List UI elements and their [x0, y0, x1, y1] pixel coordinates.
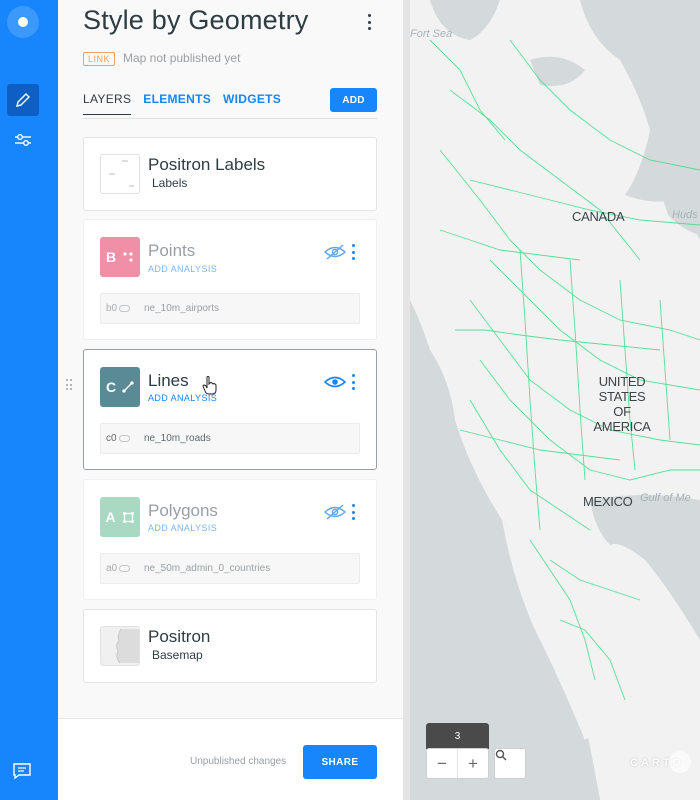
node-id: c0 — [106, 433, 117, 444]
left-rail — [0, 0, 58, 800]
add-analysis-link[interactable]: ADD ANALYSIS — [148, 264, 217, 274]
panel-divider — [403, 0, 410, 800]
layer-card-points[interactable]: B Points ADD ANALYSIS b0 ne_10m_airports — [83, 219, 377, 340]
add-analysis-link[interactable]: ADD ANALYSIS — [148, 523, 217, 533]
link-badge: LINK — [83, 52, 116, 66]
layer-letter: A — [105, 509, 116, 525]
map-canvas — [410, 0, 700, 800]
layer-name: Positron Labels — [148, 155, 266, 174]
edit-pencil-icon[interactable] — [7, 84, 39, 116]
tab-widgets[interactable]: WIDGETS — [223, 92, 281, 115]
layer-name: Positron — [148, 627, 211, 646]
layer-subtitle: Basemap — [152, 648, 203, 662]
node-source: ne_10m_roads — [144, 433, 211, 444]
layer-card-positron-labels[interactable]: Positron Labels Labels — [83, 137, 377, 211]
add-layer-button[interactable]: ADD — [330, 88, 377, 112]
hand-cursor-icon — [202, 376, 217, 395]
layer-letter: B — [105, 249, 117, 265]
zoom-level-indicator: 3 — [426, 723, 489, 749]
map-view[interactable]: Fort Sea Huds Gulf of Me CANADA UNITED S… — [410, 0, 700, 800]
map-label-mexico: MEXICO — [583, 494, 633, 509]
visibility-visible-icon[interactable] — [323, 374, 347, 390]
map-options-kebab-icon[interactable] — [365, 14, 373, 30]
zoom-out-button[interactable]: − — [427, 749, 457, 778]
tab-elements[interactable]: ELEMENTS — [143, 92, 211, 115]
map-label-hudson: Huds — [672, 209, 698, 221]
visibility-hidden-icon[interactable] — [323, 244, 347, 260]
layer-card-lines[interactable]: C Lines ADD ANALYSIS c0 ne_10m_roads — [83, 349, 377, 470]
map-label-fort-sea: Fort Sea — [410, 28, 453, 40]
node-id: b0 — [106, 303, 118, 314]
settings-sliders-icon[interactable] — [7, 124, 39, 156]
analysis-node[interactable]: a0 ne_50m_admin_0_countries — [100, 553, 360, 584]
lines-thumbnail-icon: C — [100, 367, 140, 407]
share-button[interactable]: SHARE — [303, 745, 377, 779]
layers-panel: Style by Geometry LINK Map not published… — [58, 0, 403, 800]
layer-name: Lines — [148, 371, 189, 390]
map-label-usa-line2: STATES OF — [598, 389, 646, 419]
map-label-usa: UNITED STATES OF AMERICA — [590, 374, 654, 434]
basemap-thumbnail-icon — [100, 626, 140, 666]
node-ring-icon — [119, 305, 131, 312]
node-source: ne_10m_airports — [144, 303, 220, 314]
analysis-node[interactable]: c0 ne_10m_roads — [100, 423, 360, 454]
node-ring-icon — [119, 565, 131, 572]
labels-thumbnail-icon — [100, 154, 140, 194]
analysis-node[interactable]: b0 ne_10m_airports — [100, 293, 360, 324]
node-id: a0 — [106, 563, 118, 574]
layer-card-polygons[interactable]: A Polygons ADD ANALYSIS a0 ne_50m_admin_… — [83, 479, 377, 600]
layer-subtitle: Labels — [152, 176, 188, 190]
visibility-hidden-icon[interactable] — [323, 504, 347, 520]
map-label-canada: CANADA — [572, 209, 625, 224]
zoom-in-button[interactable]: + — [457, 749, 488, 778]
tab-bar: LAYERS ELEMENTS WIDGETS — [83, 92, 281, 115]
layer-options-kebab-icon[interactable] — [349, 374, 357, 390]
map-search-button[interactable] — [494, 748, 526, 779]
panel-footer: Unpublished changes SHARE — [58, 718, 403, 800]
zoom-controls: − + — [426, 748, 489, 779]
carto-home-icon[interactable] — [7, 6, 39, 38]
tab-layers[interactable]: LAYERS — [83, 92, 132, 115]
drag-handle-icon[interactable] — [66, 379, 72, 391]
polygons-thumbnail-icon: A — [100, 497, 140, 537]
layer-card-positron-basemap[interactable]: Positron Basemap — [83, 609, 377, 683]
map-label-gulf: Gulf of Me — [640, 492, 691, 504]
unpublished-status: Unpublished changes — [190, 756, 287, 767]
chat-feedback-icon[interactable] — [12, 762, 32, 780]
layer-options-kebab-icon[interactable] — [349, 244, 357, 260]
map-label-usa-line1: UNITED — [598, 374, 646, 389]
points-thumbnail-icon: B — [100, 237, 140, 277]
publish-status: Map not published yet — [123, 51, 241, 65]
node-source: ne_50m_admin_0_countries — [144, 563, 271, 574]
tabs-divider — [83, 118, 377, 119]
map-label-usa-line3: AMERICA — [593, 419, 651, 434]
layer-letter: C — [105, 379, 117, 395]
layer-options-kebab-icon[interactable] — [349, 504, 357, 520]
layer-name: Polygons — [148, 501, 218, 520]
carto-logo-dot-icon — [669, 751, 691, 773]
node-ring-icon — [118, 435, 130, 442]
search-icon — [495, 749, 507, 761]
layer-name: Points — [148, 241, 196, 260]
page-title: Style by Geometry — [83, 5, 309, 35]
